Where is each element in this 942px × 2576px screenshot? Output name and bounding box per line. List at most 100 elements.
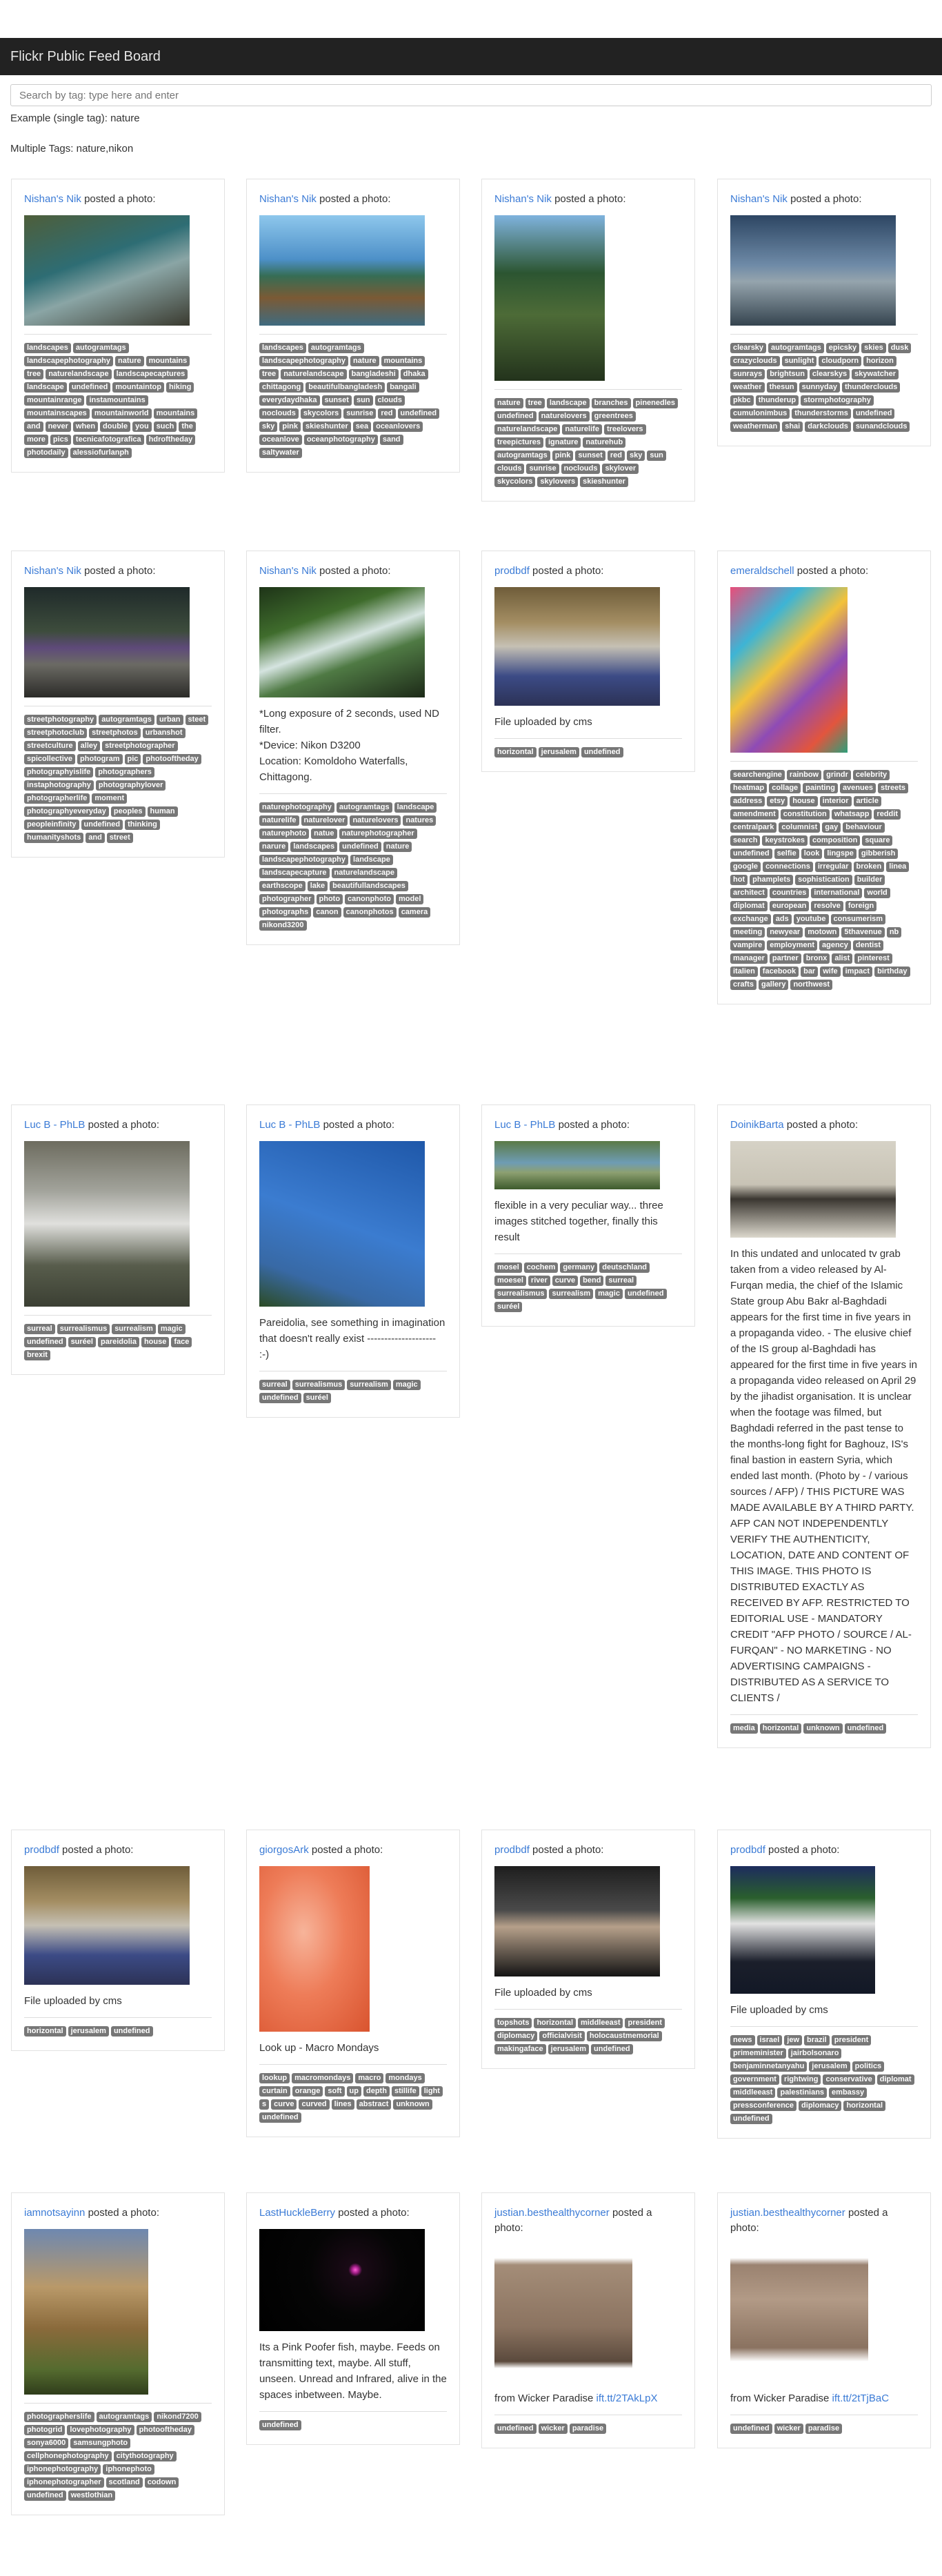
author-link[interactable]: Nishan's Nik — [730, 193, 788, 205]
photo-thumbnail[interactable] — [24, 587, 190, 697]
tag-badge[interactable]: pareidolia — [97, 1337, 139, 1347]
tag-badge[interactable]: article — [853, 796, 881, 806]
tag-badge[interactable]: curved — [299, 2099, 330, 2110]
tag-badge[interactable]: soft — [325, 2086, 345, 2097]
tag-badge[interactable]: urban — [156, 715, 183, 725]
author-link[interactable]: Luc B - PhLB — [259, 1119, 320, 1131]
tag-badge[interactable]: undefined — [624, 1289, 667, 1299]
tag-badge[interactable]: peopleinfinity — [24, 820, 79, 830]
tag-badge[interactable]: nikond3200 — [259, 920, 307, 931]
tag-badge[interactable]: rainbow — [786, 770, 822, 780]
tag-badge[interactable]: northwest — [790, 980, 832, 990]
photo-thumbnail[interactable] — [494, 215, 605, 381]
tag-badge[interactable]: sonya6000 — [24, 2438, 69, 2448]
tag-badge[interactable]: reddit — [874, 809, 901, 820]
tag-badge[interactable]: surreal — [259, 1380, 290, 1390]
tag-badge[interactable]: etsy — [767, 796, 788, 806]
tag-badge[interactable]: square — [862, 835, 893, 846]
tag-badge[interactable]: undefined — [730, 849, 772, 859]
tag-badge[interactable]: undefined — [844, 1723, 887, 1734]
tag-badge[interactable]: sand — [379, 435, 403, 445]
tag-badge[interactable]: autogramtags — [494, 450, 550, 461]
tag-badge[interactable]: thinking — [125, 820, 160, 830]
tag-badge[interactable]: cochem — [523, 1262, 559, 1273]
tag-badge[interactable]: skieshunter — [580, 477, 628, 487]
photo-thumbnail[interactable] — [259, 1866, 370, 2032]
tag-badge[interactable]: undefined — [339, 842, 381, 852]
tag-badge[interactable]: photogram — [77, 754, 123, 764]
tag-badge[interactable]: bronx — [803, 953, 830, 964]
tag-badge[interactable]: such — [153, 422, 177, 432]
tag-badge[interactable]: sea — [352, 422, 372, 432]
tag-badge[interactable]: orange — [292, 2086, 323, 2097]
tag-badge[interactable]: brightsun — [767, 369, 808, 379]
tag-badge[interactable]: world — [864, 888, 890, 898]
tag-badge[interactable]: undefined — [81, 820, 123, 830]
tag-badge[interactable]: israel — [756, 2035, 783, 2045]
tag-badge[interactable]: landscapephotography — [259, 855, 349, 865]
tag-badge[interactable]: human — [147, 806, 178, 817]
tag-badge[interactable]: samsungphoto — [70, 2438, 131, 2448]
tag-badge[interactable]: landscape — [350, 855, 393, 865]
tag-badge[interactable]: president — [831, 2035, 872, 2045]
tag-badge[interactable]: tree — [24, 369, 44, 379]
tag-badge[interactable]: surreal — [605, 1276, 637, 1286]
tag-badge[interactable]: mountains — [381, 356, 425, 366]
tag-badge[interactable]: darkclouds — [805, 422, 851, 432]
tag-badge[interactable]: photographers — [95, 767, 154, 777]
tag-badge[interactable]: surrealismus — [57, 1324, 110, 1334]
tag-badge[interactable]: autogramtags — [308, 343, 364, 353]
tag-badge[interactable]: streets — [877, 783, 909, 793]
tag-badge[interactable]: bar — [801, 967, 819, 977]
tag-badge[interactable]: sunrise — [343, 408, 377, 419]
tag-badge[interactable]: amendment — [730, 809, 779, 820]
tag-badge[interactable]: magic — [595, 1289, 623, 1299]
tag-badge[interactable]: iphonephotographer — [24, 2477, 104, 2488]
tag-badge[interactable]: mountainrange — [24, 395, 85, 406]
tag-badge[interactable]: saltywater — [259, 448, 302, 458]
tag-badge[interactable]: mountaintop — [112, 382, 164, 393]
tag-badge[interactable]: house — [790, 796, 818, 806]
tag-badge[interactable]: house — [141, 1337, 170, 1347]
tag-badge[interactable]: autogramtags — [768, 343, 824, 353]
tag-badge[interactable]: jerusalem — [809, 2061, 850, 2072]
tag-badge[interactable]: photographyislife — [24, 767, 94, 777]
tag-badge[interactable]: look — [801, 849, 823, 859]
tag-badge[interactable]: searchengine — [730, 770, 785, 780]
author-link[interactable]: prodbdf — [494, 1844, 530, 1856]
tag-badge[interactable]: moesel — [494, 1276, 526, 1286]
tag-badge[interactable]: photooftheday — [136, 2425, 194, 2435]
tag-badge[interactable]: red — [378, 408, 396, 419]
tag-badge[interactable]: sunrise — [526, 464, 559, 474]
tag-badge[interactable]: sunandclouds — [852, 422, 910, 432]
tag-badge[interactable]: photodaily — [24, 448, 68, 458]
tag-badge[interactable]: river — [528, 1276, 550, 1286]
tag-badge[interactable]: ads — [772, 914, 792, 924]
tag-badge[interactable]: conservative — [823, 2074, 875, 2085]
tag-badge[interactable]: dhaka — [400, 369, 428, 379]
tag-badge[interactable]: paradise — [569, 2424, 607, 2434]
tag-badge[interactable]: tree — [525, 398, 545, 408]
photo-thumbnail[interactable] — [730, 2244, 868, 2382]
photo-thumbnail[interactable] — [24, 1866, 190, 1985]
author-link[interactable]: Nishan's Nik — [259, 193, 317, 205]
tag-badge[interactable]: stillife — [391, 2086, 419, 2097]
tag-badge[interactable]: resolve — [811, 901, 843, 911]
tag-badge[interactable]: moment — [92, 793, 128, 804]
tag-badge[interactable]: urbanshot — [142, 728, 186, 738]
tag-badge[interactable]: naturelandscape — [46, 369, 112, 379]
tag-badge[interactable]: diplomat — [876, 2074, 914, 2085]
tag-badge[interactable]: google — [730, 862, 761, 872]
photo-thumbnail[interactable] — [259, 587, 425, 697]
tag-badge[interactable]: lovephotography — [67, 2425, 134, 2435]
tag-badge[interactable]: keystrokes — [762, 835, 808, 846]
tag-badge[interactable]: up — [346, 2086, 361, 2097]
tag-badge[interactable]: foreign — [845, 901, 877, 911]
tag-badge[interactable]: consumerism — [830, 914, 886, 924]
tag-badge[interactable]: suréel — [494, 1302, 523, 1312]
tag-badge[interactable]: peoples — [110, 806, 146, 817]
tag-badge[interactable]: streetphotographer — [102, 741, 178, 751]
tag-badge[interactable]: magic — [157, 1324, 186, 1334]
tag-badge[interactable]: curve — [552, 1276, 579, 1286]
tag-badge[interactable]: landscape — [24, 382, 67, 393]
